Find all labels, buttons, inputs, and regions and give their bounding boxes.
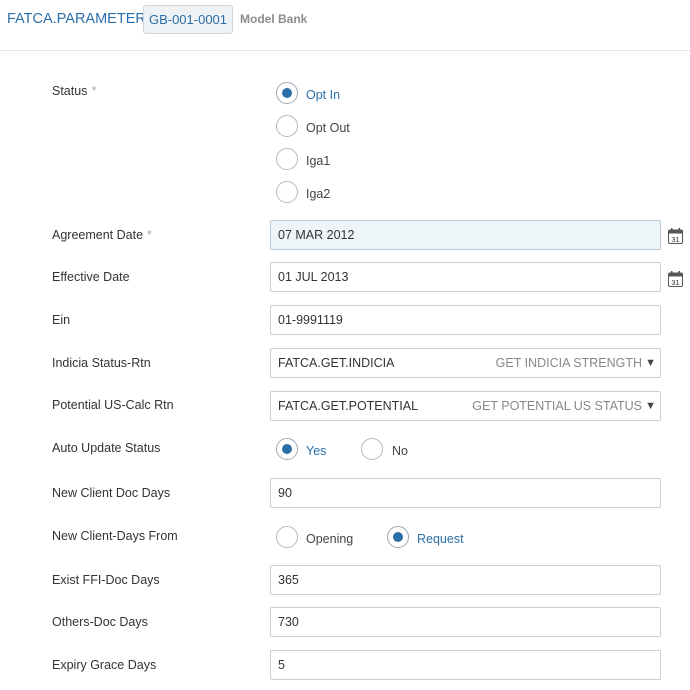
ein-label: Ein xyxy=(52,313,71,327)
days-from-opening-radio[interactable] xyxy=(276,526,298,548)
agreement-date-label: Agreement Date * xyxy=(52,228,152,242)
status-iga2-radio[interactable] xyxy=(276,181,298,203)
application-title: FATCA.PARAMETER xyxy=(7,11,146,27)
triangle-down-icon[interactable]: ▼ xyxy=(645,392,656,420)
triangle-down-icon[interactable]: ▼ xyxy=(645,349,656,377)
svg-text:31: 31 xyxy=(671,278,679,287)
record-id-box[interactable]: GB-001-0001 xyxy=(143,5,233,34)
company-name: Model Bank xyxy=(240,12,308,26)
svg-text:31: 31 xyxy=(671,235,679,244)
status-opt-out-label[interactable]: Opt Out xyxy=(306,121,350,135)
calendar-icon[interactable]: 31 xyxy=(668,228,683,244)
days-from-request-label[interactable]: Request xyxy=(417,532,464,546)
effective-date-field[interactable]: 01 JUL 2013 xyxy=(270,262,661,292)
indicia-status-rtn-label: Indicia Status-Rtn xyxy=(52,356,151,370)
potential-us-calc-rtn-description: GET POTENTIAL US STATUS xyxy=(472,399,642,413)
status-label: Status * xyxy=(52,84,97,98)
status-opt-in-label[interactable]: Opt In xyxy=(306,88,340,102)
potential-us-calc-rtn-select[interactable]: FATCA.GET.POTENTIAL GET POTENTIAL US STA… xyxy=(270,391,661,421)
status-iga2-label[interactable]: Iga2 xyxy=(306,187,330,201)
others-doc-days-label: Others-Doc Days xyxy=(52,615,148,629)
expiry-grace-days-field[interactable]: 5 xyxy=(270,650,661,680)
others-doc-days-field[interactable]: 730 xyxy=(270,607,661,637)
new-client-days-from-label: New Client-Days From xyxy=(52,529,178,543)
auto-update-yes-label[interactable]: Yes xyxy=(306,444,326,458)
new-client-doc-days-label: New Client Doc Days xyxy=(52,486,171,500)
new-client-doc-days-field[interactable]: 90 xyxy=(270,478,661,508)
indicia-status-rtn-description: GET INDICIA STRENGTH xyxy=(495,356,642,370)
exist-ffi-doc-days-field[interactable]: 365 xyxy=(270,565,661,595)
effective-date-label: Effective Date xyxy=(52,270,130,284)
days-from-opening-label[interactable]: Opening xyxy=(306,532,353,546)
days-from-request-radio[interactable] xyxy=(387,526,409,548)
status-iga1-radio[interactable] xyxy=(276,148,298,170)
ein-field[interactable]: 01-9991119 xyxy=(270,305,661,335)
indicia-status-rtn-select[interactable]: FATCA.GET.INDICIA GET INDICIA STRENGTH ▼ xyxy=(270,348,661,378)
indicia-status-rtn-value: FATCA.GET.INDICIA xyxy=(278,356,395,370)
auto-update-yes-radio[interactable] xyxy=(276,438,298,460)
calendar-icon[interactable]: 31 xyxy=(668,271,683,287)
status-opt-out-radio[interactable] xyxy=(276,115,298,137)
expiry-grace-days-label: Expiry Grace Days xyxy=(52,658,157,672)
auto-update-status-label: Auto Update Status xyxy=(52,441,161,455)
exist-ffi-doc-days-label: Exist FFI-Doc Days xyxy=(52,573,160,587)
page-header: FATCA.PARAMETER GB-001-0001 Model Bank xyxy=(0,0,690,51)
potential-us-calc-rtn-label: Potential US-Calc Rtn xyxy=(52,398,174,412)
auto-update-no-label[interactable]: No xyxy=(392,444,408,458)
status-opt-in-radio[interactable] xyxy=(276,82,298,104)
potential-us-calc-rtn-value: FATCA.GET.POTENTIAL xyxy=(278,399,419,413)
auto-update-no-radio[interactable] xyxy=(361,438,383,460)
agreement-date-field[interactable]: 07 MAR 2012 xyxy=(270,220,661,250)
status-iga1-label[interactable]: Iga1 xyxy=(306,154,330,168)
